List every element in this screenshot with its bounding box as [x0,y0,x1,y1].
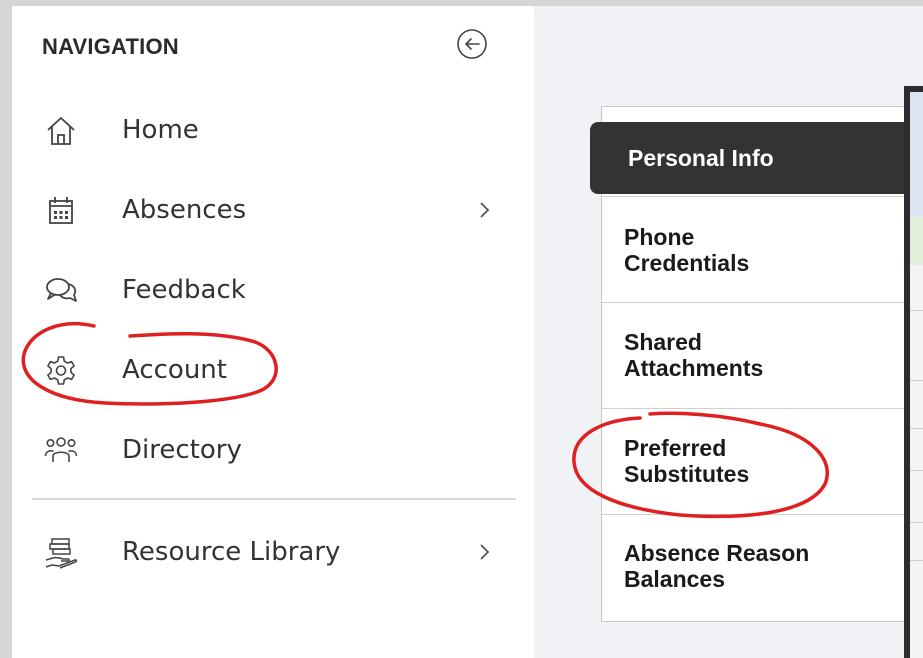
sidebar-item-feedback[interactable]: Feedback [12,262,534,322]
people-icon [44,437,78,462]
content-row-divider [910,310,923,311]
tab-personal-info[interactable]: Personal Info [590,122,906,194]
sidebar-item-absences[interactable]: Absences [12,182,534,242]
sidebar-item-label: Directory [122,435,242,465]
content-row-divider [910,380,923,381]
navigation-heading: NAVIGATION [42,34,179,59]
chevron-right-icon [480,544,490,560]
sidebar-item-label: Absences [122,195,247,225]
content-row-divider [910,560,923,561]
home-icon [47,117,75,145]
sidebar-item-label: Feedback [122,275,246,305]
menu-item-preferred-substitutes[interactable]: Preferred Substitutes [602,408,905,514]
menu-item-label: Absence Reason Balances [624,540,810,592]
content-row-divider [910,470,923,471]
arrow-left-circle-icon[interactable] [456,28,488,60]
menu-item-shared-attachments[interactable]: Shared Attachments [602,302,905,408]
content-strip-green [910,217,923,265]
sidebar-item-label: Resource Library [122,537,341,567]
sidebar-item-resource-library[interactable]: Resource Library [12,524,534,584]
sidebar-item-label: Account [122,355,227,385]
sidebar-item-directory[interactable]: Directory [12,422,534,482]
menu-item-phone-credentials[interactable]: Phone Credentials [602,196,905,302]
menu-item-label: Preferred Substitutes [624,435,750,487]
menu-item-label: Shared Attachments [624,329,764,381]
books-in-hand-icon [45,538,78,569]
content-row-divider [910,428,923,429]
content-row-divider [910,522,923,523]
chevron-right-icon [480,202,490,218]
chat-bubbles-icon [46,278,77,302]
nav-divider [32,498,516,500]
menu-item-absence-reason-balances[interactable]: Absence Reason Balances [602,514,905,620]
calendar-icon [49,197,73,224]
navigation-sidebar: NAVIGATION Home Absences Feedback Accoun… [12,6,534,658]
sidebar-item-label: Home [122,115,199,145]
sidebar-item-home[interactable]: Home [12,102,534,162]
content-strip-blue [910,92,923,217]
gear-icon [47,356,75,385]
tab-label: Personal Info [628,145,774,171]
sidebar-item-account[interactable]: Account [12,342,534,402]
menu-item-label: Phone Credentials [624,224,750,276]
